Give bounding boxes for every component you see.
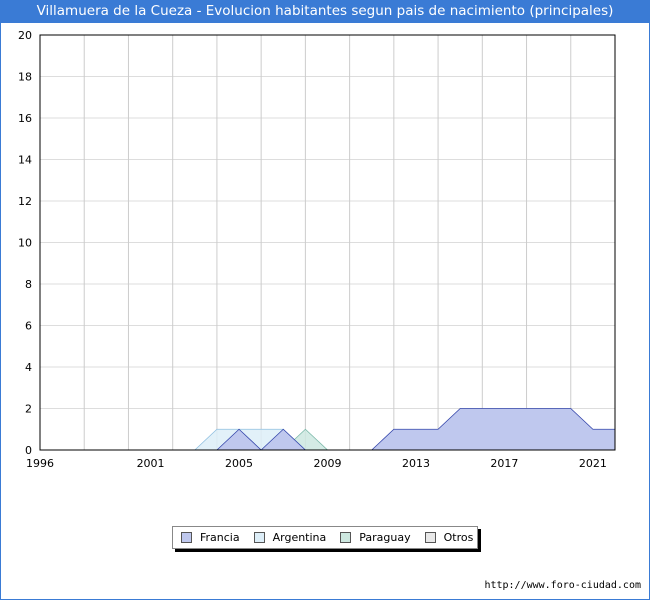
y-tick-label: 16	[18, 112, 32, 125]
legend-label: Francia	[200, 531, 240, 544]
y-tick-label: 4	[25, 361, 32, 374]
legend-item-francia: Francia	[181, 531, 240, 544]
legend-item-argentina: Argentina	[253, 531, 327, 544]
footer-url: http://www.foro-ciudad.com	[484, 580, 641, 591]
chart-legend: Francia Argentina Paraguay Otros	[172, 526, 478, 549]
y-tick-label: 10	[18, 237, 32, 250]
x-tick-label: 2009	[314, 457, 342, 470]
x-axis-ticks: 1996 2001 2005 2009 2013 2017 2021	[26, 457, 607, 470]
y-tick-label: 18	[18, 71, 32, 84]
chart-canvas: 0 2 4 6 8 10 12 14 16 18 20 1996 2001 2005 2009 2013 20…	[18, 29, 616, 470]
legend-label: Otros	[443, 531, 474, 544]
x-tick-label: 1996	[26, 457, 54, 470]
legend-swatch	[181, 532, 192, 543]
y-tick-label: 0	[25, 444, 32, 457]
y-tick-label: 2	[25, 403, 32, 416]
legend-swatch	[424, 532, 436, 543]
legend-label: Argentina	[272, 531, 327, 544]
x-tick-label: 2021	[579, 457, 607, 470]
legend-swatch	[340, 532, 352, 543]
legend-label: Paraguay	[359, 531, 411, 544]
x-tick-label: 2005	[225, 457, 253, 470]
x-tick-label: 2001	[137, 457, 165, 470]
x-tick-label: 2013	[402, 457, 430, 470]
x-tick-label: 2017	[490, 457, 518, 470]
y-tick-label: 8	[25, 278, 32, 291]
legend-swatch	[253, 532, 265, 543]
y-tick-label: 20	[18, 29, 32, 42]
legend-item-paraguay: Paraguay	[340, 531, 411, 544]
y-axis-ticks: 0 2 4 6 8 10 12 14 16 18 20	[18, 29, 32, 457]
y-tick-label: 12	[18, 195, 32, 208]
series-areas	[193, 408, 616, 451]
grid-lines	[39, 34, 616, 451]
y-tick-label: 14	[18, 154, 32, 167]
y-tick-label: 6	[25, 320, 32, 333]
legend-item-otros: Otros	[424, 531, 474, 544]
